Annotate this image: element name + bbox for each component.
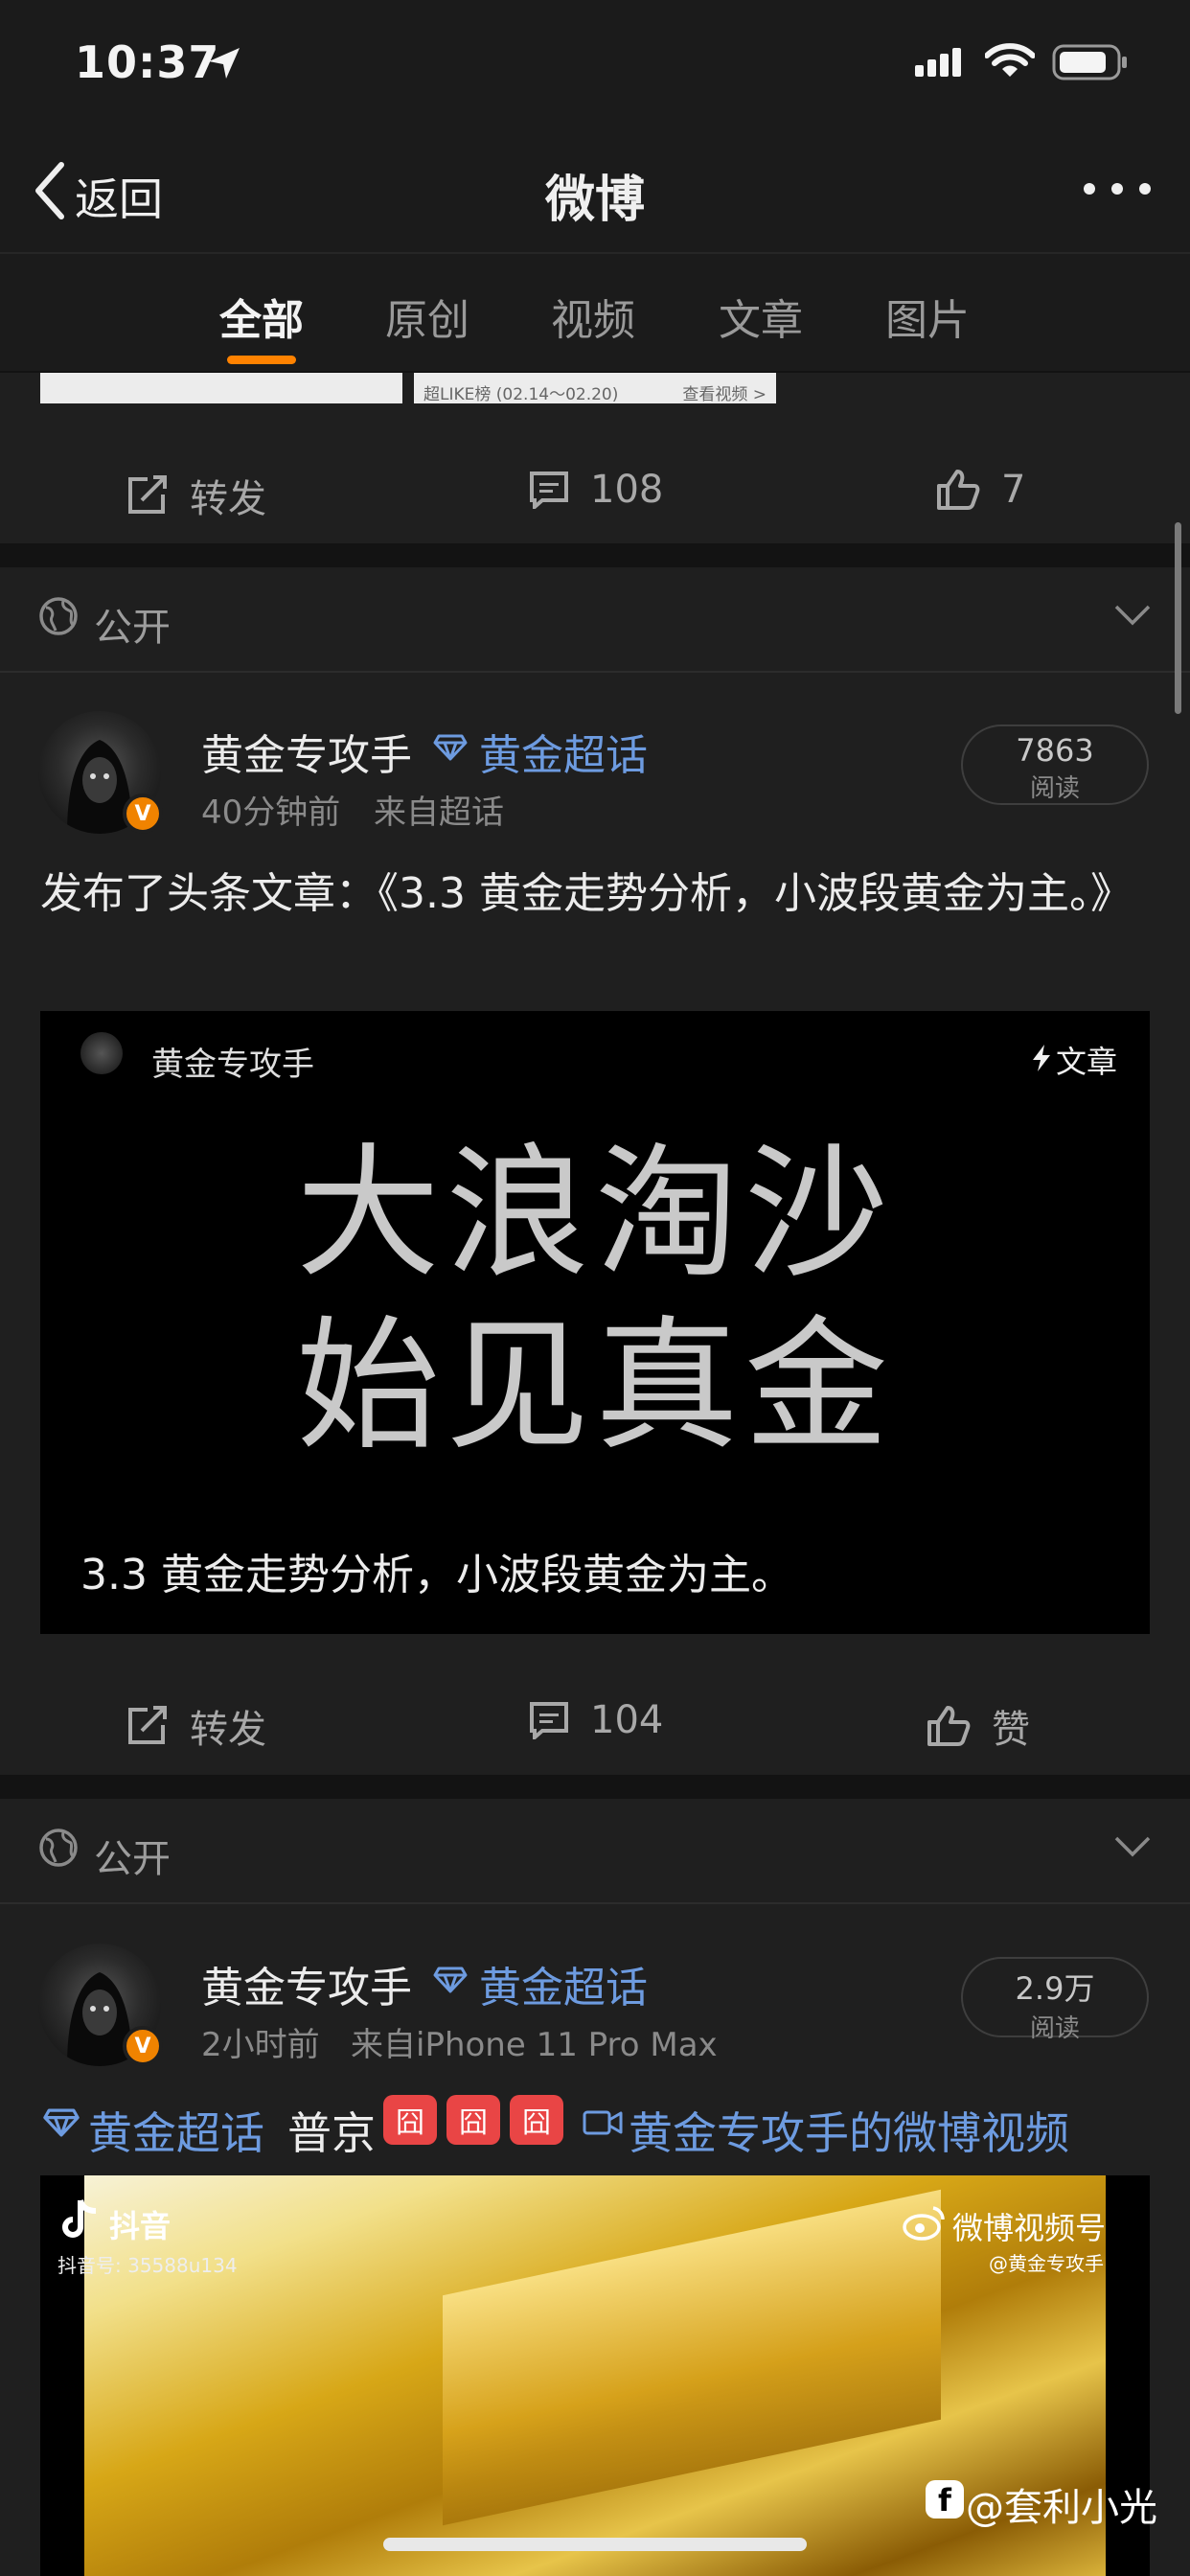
verified-badge: V bbox=[123, 794, 163, 834]
post-source: 来自超话 bbox=[374, 794, 504, 832]
weibo-logo-icon bbox=[903, 2204, 947, 2241]
tab-all[interactable]: 全部 bbox=[219, 286, 304, 347]
verified-badge: V bbox=[123, 2026, 163, 2066]
douyin-logo-icon bbox=[61, 2198, 100, 2241]
post-source: 来自iPhone 11 Pro Max bbox=[351, 2026, 718, 2064]
like-button[interactable]: 赞 bbox=[927, 1698, 1030, 1754]
douyin-id: 抖音号: 35588u134 bbox=[57, 2254, 238, 2277]
author-name[interactable]: 黄金专攻手 bbox=[201, 1953, 412, 2014]
repost-icon bbox=[128, 475, 167, 514]
post-text: 普京 bbox=[287, 2107, 376, 2159]
tab-original[interactable]: 原创 bbox=[385, 286, 469, 347]
comment-icon bbox=[530, 472, 568, 509]
read-count: 2.9万 bbox=[1015, 1970, 1095, 2007]
douyin-label: 抖音 bbox=[109, 2208, 172, 2244]
location-arrow-icon bbox=[205, 44, 243, 82]
emoji-sticker: 囧 bbox=[446, 2095, 500, 2145]
emoji-sticker: 囧 bbox=[383, 2095, 437, 2145]
facebook-icon: f bbox=[926, 2480, 964, 2518]
weibo-video-watermark: 微博视频号 bbox=[952, 2210, 1107, 2246]
divider bbox=[0, 1902, 1190, 1904]
diamond-icon bbox=[433, 1966, 468, 1993]
emoji-sticker: 囧 bbox=[510, 2095, 563, 2145]
globe-icon bbox=[38, 1828, 79, 1868]
comment-count: 104 bbox=[590, 1698, 664, 1742]
thumbs-up-icon bbox=[937, 470, 980, 510]
tab-article[interactable]: 文章 bbox=[719, 286, 803, 347]
tab-video[interactable]: 视频 bbox=[551, 286, 635, 347]
prev-post-thumb[interactable] bbox=[40, 373, 402, 403]
overlay-watermark: @套利小光 bbox=[966, 2486, 1157, 2530]
battery-icon bbox=[1052, 44, 1129, 82]
diamond-icon bbox=[42, 2108, 80, 2137]
weibo-watermark-sub: @黄金专攻手 bbox=[989, 2252, 1104, 2275]
divider bbox=[0, 671, 1190, 673]
more-options-icon[interactable] bbox=[1083, 182, 1152, 196]
article-author-avatar bbox=[80, 1032, 123, 1074]
like-button[interactable]: 7 bbox=[936, 468, 1025, 512]
video-link[interactable]: 黄金专攻手的微博视频 bbox=[629, 2099, 1069, 2162]
scrollbar[interactable] bbox=[1175, 522, 1181, 714]
thumbs-up-icon bbox=[927, 1706, 971, 1746]
text-topic-link[interactable]: 黄金超话 bbox=[88, 2099, 264, 2162]
comment-count: 108 bbox=[590, 468, 664, 512]
chevron-down-icon[interactable] bbox=[1113, 604, 1152, 627]
article-card[interactable]: 黄金专攻手 文章 大浪淘沙 始见真金 3.3 黄金走势分析，小波段黄金为主。 bbox=[40, 1011, 1150, 1634]
visibility-label: 公开 bbox=[94, 606, 171, 650]
topic-link[interactable]: 黄金超话 bbox=[479, 721, 648, 782]
author-name[interactable]: 黄金专攻手 bbox=[201, 721, 412, 782]
status-time: 10:37 bbox=[75, 36, 220, 88]
like-label: 赞 bbox=[992, 1708, 1030, 1752]
tab-images[interactable]: 图片 bbox=[885, 286, 970, 347]
post-text[interactable]: 发布了头条文章：《3.3 黄金走势分析，小波段黄金为主。》 bbox=[40, 862, 1152, 926]
cellular-signal-icon bbox=[915, 46, 965, 80]
repost-icon bbox=[128, 1706, 167, 1744]
repost-label: 转发 bbox=[190, 477, 266, 521]
page-title: 微博 bbox=[544, 172, 645, 229]
article-caption: 3.3 黄金走势分析，小波段黄金为主。 bbox=[80, 1551, 793, 1599]
video-camera-icon bbox=[583, 2108, 623, 2137]
comment-button[interactable]: 104 bbox=[529, 1698, 663, 1742]
article-tag: 文章 bbox=[1056, 1044, 1118, 1080]
repost-button[interactable]: 转发 bbox=[126, 468, 266, 523]
visibility-label: 公开 bbox=[94, 1837, 171, 1881]
article-headline: 始见真金 bbox=[295, 1303, 894, 1470]
lightning-icon bbox=[1031, 1044, 1052, 1072]
read-count-badge: 2.9万 阅读 bbox=[961, 1957, 1149, 2043]
article-author: 黄金专攻手 bbox=[151, 1046, 314, 1084]
home-indicator[interactable] bbox=[383, 2538, 807, 2551]
repost-label: 转发 bbox=[190, 1708, 266, 1752]
diamond-icon bbox=[433, 734, 468, 761]
post-time: 2小时前 bbox=[201, 2026, 320, 2064]
read-label: 阅读 bbox=[1029, 774, 1080, 803]
post-time: 40分钟前 bbox=[201, 794, 341, 832]
wifi-icon bbox=[985, 42, 1035, 80]
like-count: 7 bbox=[1001, 468, 1026, 512]
globe-icon bbox=[38, 596, 79, 636]
read-label: 阅读 bbox=[1029, 2014, 1080, 2043]
active-tab-indicator bbox=[227, 356, 296, 364]
thumb-link: 查看视频 > bbox=[682, 385, 767, 403]
chevron-down-icon[interactable] bbox=[1113, 1835, 1152, 1858]
read-count-badge: 7863 阅读 bbox=[961, 724, 1149, 805]
comment-button[interactable]: 108 bbox=[529, 468, 663, 512]
topic-link[interactable]: 黄金超话 bbox=[479, 1953, 648, 2014]
read-count: 7863 bbox=[1016, 732, 1094, 769]
thumb-caption: 超LIKE榜 (02.14～02.20) bbox=[423, 385, 619, 403]
comment-icon bbox=[530, 1702, 568, 1739]
repost-button[interactable]: 转发 bbox=[126, 1698, 266, 1754]
prev-post-thumb[interactable]: 超LIKE榜 (02.14～02.20) 查看视频 > bbox=[414, 373, 776, 403]
